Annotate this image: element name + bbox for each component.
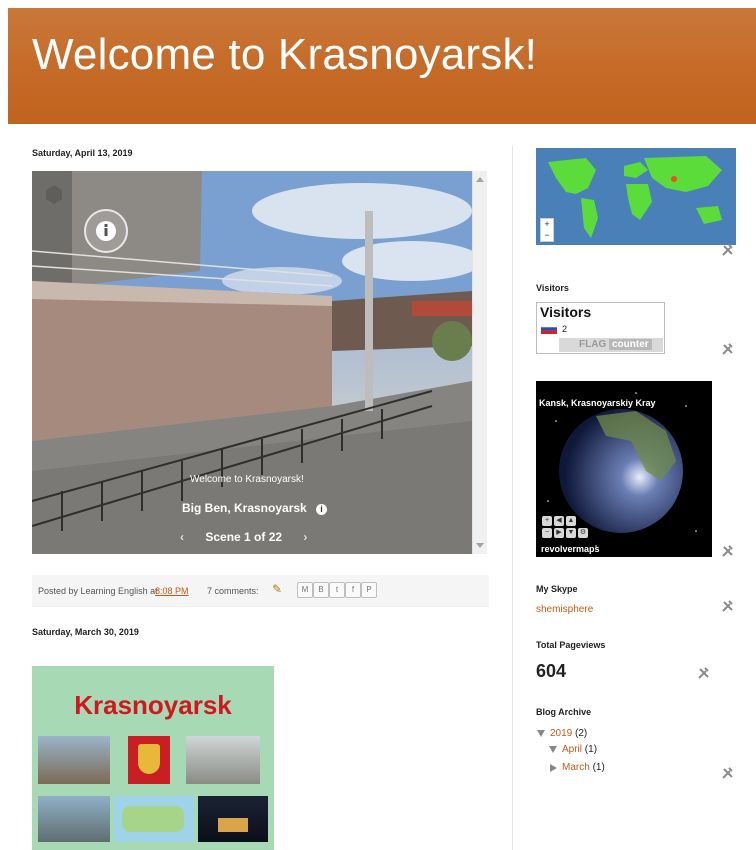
scene-next-button[interactable]: › bbox=[303, 530, 307, 544]
viewer-place-label: Big Ben, Krasnoyarsk i bbox=[182, 501, 328, 515]
archive-year-count: (2) bbox=[575, 728, 588, 739]
archive-month-link[interactable]: April bbox=[562, 744, 582, 755]
archive-year: 2019 (2) bbox=[550, 728, 587, 739]
archive-month-count: (1) bbox=[584, 744, 598, 755]
stone-pillar-photo bbox=[186, 736, 260, 784]
pageviews-heading: Total Pageviews bbox=[536, 640, 606, 650]
comments-link[interactable]: 7 comments: bbox=[207, 586, 259, 596]
scene-nav: ‹ Scene 1 of 22 › bbox=[180, 530, 307, 544]
blog-title[interactable]: Welcome to Krasnoyarsk! bbox=[32, 30, 537, 80]
facebook-share-icon[interactable]: f bbox=[345, 582, 361, 598]
globe-settings-icon[interactable]: ⚙ bbox=[578, 528, 588, 538]
post-footer: Posted by Learning English at 8:08 PM 7 … bbox=[32, 575, 489, 607]
revolvermaps-widget[interactable]: Kansk, Krasnoyarskiy Kray + ◀ ▲ − ▶ ▼ ⚙ … bbox=[536, 381, 712, 557]
edit-wrench-icon[interactable] bbox=[721, 599, 735, 613]
street-view-embed[interactable]: Welcome to Krasnoyarsk! Big Ben, Krasnoy… bbox=[32, 171, 472, 554]
post-time-link[interactable]: 8:08 PM bbox=[155, 586, 189, 596]
globe-right-button[interactable]: ▶ bbox=[554, 528, 564, 538]
edit-pencil-icon[interactable]: ✎ bbox=[272, 582, 282, 596]
coat-of-arms-image bbox=[128, 736, 170, 784]
rock-photo bbox=[38, 736, 110, 784]
globe-zoom-in-button[interactable]: + bbox=[542, 516, 552, 526]
pageviews-count: 604 bbox=[536, 661, 567, 681]
blog-header: Welcome to Krasnoyarsk! bbox=[8, 8, 756, 124]
scroll-down-arrow[interactable] bbox=[476, 543, 484, 548]
revolvermaps-logo[interactable]: revolvermaps bbox=[541, 544, 600, 554]
archive-year-link[interactable]: 2019 bbox=[550, 728, 572, 739]
globe-zoom-out-button[interactable]: − bbox=[542, 528, 552, 538]
map-zoom-in-button[interactable]: + bbox=[541, 219, 553, 230]
archive-month-link[interactable]: March bbox=[562, 762, 590, 773]
archive-month-toggle-icon[interactable] bbox=[549, 746, 557, 753]
edit-wrench-icon[interactable] bbox=[721, 342, 735, 356]
posted-by: Posted by Learning English at bbox=[38, 586, 158, 596]
globe-up-button[interactable]: ▲ bbox=[566, 516, 576, 526]
scene-counter: Scene 1 of 22 bbox=[205, 530, 283, 544]
flag-counter-widget[interactable]: Visitors 2 FLAG counter bbox=[536, 302, 665, 354]
edit-wrench-icon[interactable] bbox=[721, 766, 735, 780]
street-view-scene bbox=[32, 171, 472, 554]
map-zoom-control[interactable]: + − bbox=[540, 218, 554, 242]
russia-map-image bbox=[114, 796, 194, 842]
blogthis-share-icon[interactable]: B bbox=[313, 582, 329, 598]
skype-link[interactable]: shemisphere bbox=[536, 604, 593, 615]
flag-counter-title: Visitors bbox=[540, 304, 592, 320]
edit-wrench-icon[interactable] bbox=[721, 243, 735, 257]
blog-archive-heading: Blog Archive bbox=[536, 707, 592, 717]
post-date: Saturday, March 30, 2019 bbox=[32, 627, 139, 637]
edit-wrench-icon[interactable] bbox=[697, 666, 711, 680]
email-share-icon[interactable]: M bbox=[297, 582, 313, 598]
viewer-info-icon[interactable]: i bbox=[316, 504, 328, 515]
post-date: Saturday, April 13, 2019 bbox=[32, 148, 133, 158]
viewer-place-name: Big Ben, Krasnoyarsk bbox=[182, 501, 307, 515]
edit-wrench-icon[interactable] bbox=[721, 544, 735, 558]
twitter-share-icon[interactable]: t bbox=[329, 582, 345, 598]
archive-month-count: (1) bbox=[592, 762, 605, 773]
viewer-overlay-title: Welcome to Krasnoyarsk! bbox=[190, 474, 304, 485]
world-map-widget[interactable]: + − bbox=[536, 148, 736, 245]
globe-down-button[interactable]: ▼ bbox=[566, 528, 576, 538]
map-zoom-out-button[interactable]: − bbox=[541, 230, 553, 241]
post-thumbnail[interactable]: Krasnoyarsk bbox=[32, 666, 274, 850]
flag-counter-banner: FLAG counter bbox=[559, 338, 663, 352]
column-divider bbox=[512, 146, 513, 850]
pinterest-share-icon[interactable]: P bbox=[361, 582, 377, 598]
world-map-image bbox=[548, 156, 722, 238]
globe-location-label: Kansk, Krasnoyarskiy Kray bbox=[539, 398, 656, 408]
archive-year-toggle-icon[interactable] bbox=[537, 730, 545, 737]
night-city-photo bbox=[198, 796, 268, 842]
archive-month: April (1) bbox=[562, 744, 597, 755]
visitors-heading: Visitors bbox=[536, 283, 569, 293]
flag-counter-logo-b: counter bbox=[609, 339, 652, 350]
scroll-up-arrow[interactable] bbox=[476, 177, 484, 182]
archive-month-toggle-icon[interactable] bbox=[550, 764, 557, 772]
skype-heading: My Skype bbox=[536, 584, 578, 594]
globe-left-button[interactable]: ◀ bbox=[554, 516, 564, 526]
embed-scrollbar[interactable] bbox=[472, 171, 487, 554]
flag-counter-logo-a: FLAG bbox=[579, 339, 607, 350]
thumbnail-title: Krasnoyarsk bbox=[74, 690, 232, 720]
river-photo bbox=[38, 796, 110, 842]
archive-month: March (1) bbox=[562, 762, 605, 773]
scene-prev-button[interactable]: ‹ bbox=[180, 530, 184, 544]
russia-flag-icon bbox=[541, 324, 557, 334]
visitor-count: 2 bbox=[562, 324, 568, 334]
